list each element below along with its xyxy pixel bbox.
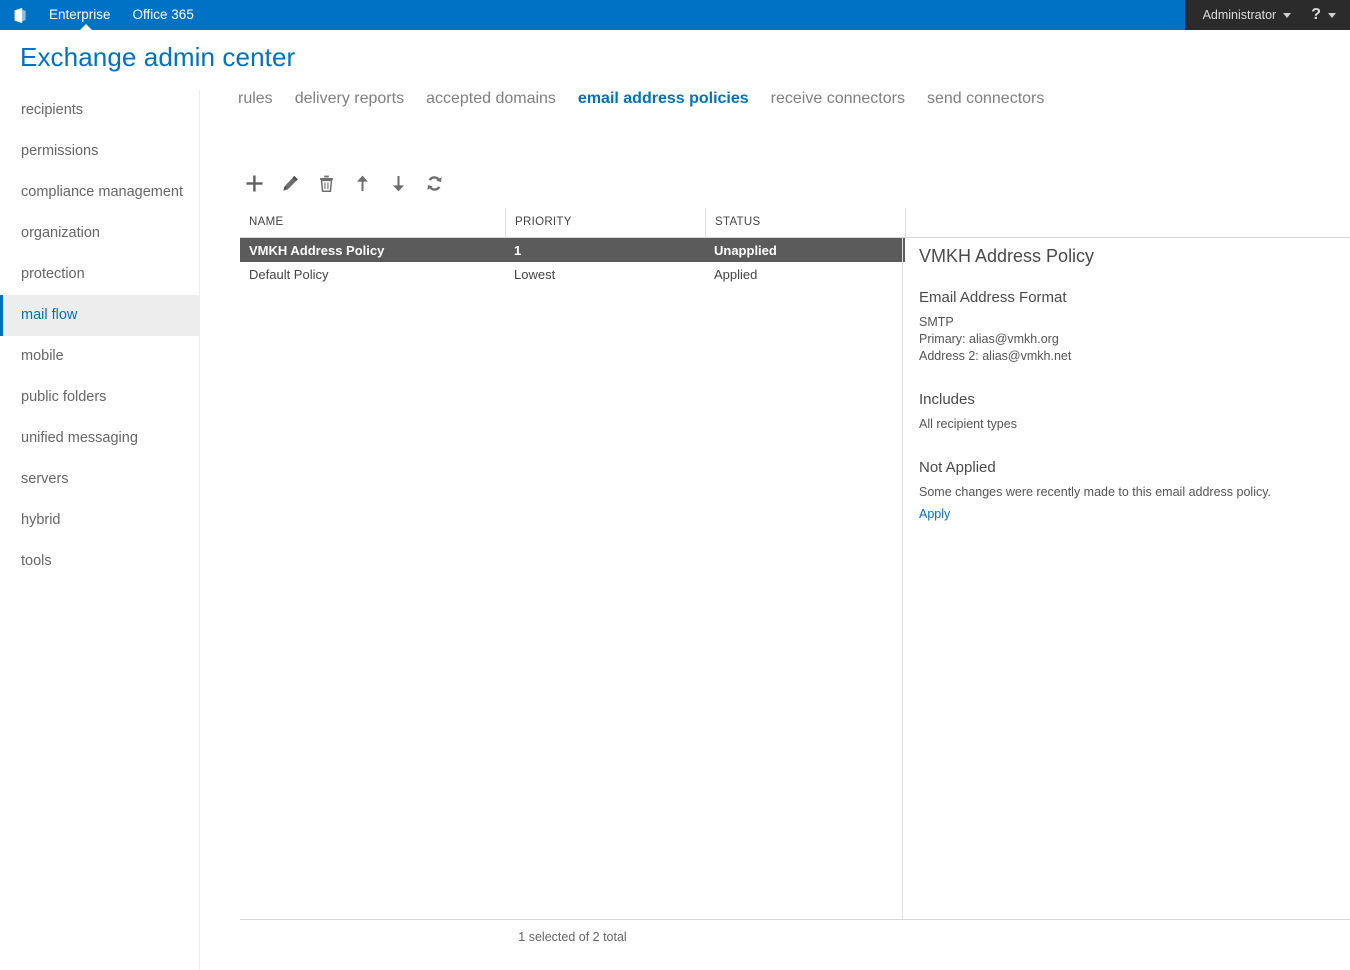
details-status-description: Some changes were recently made to this … <box>919 485 1272 499</box>
office-logo-icon[interactable] <box>4 0 34 30</box>
details-pane: VMKH Address Policy Email Address Format… <box>902 238 1348 920</box>
tab-bar: rules delivery reports accepted domains … <box>238 90 1350 124</box>
cell-priority: 1 <box>514 242 522 258</box>
details-includes-heading: Includes <box>919 391 975 408</box>
column-header-priority[interactable]: PRIORITY <box>505 208 705 237</box>
details-format-primary: Primary: alias@vmkh.org <box>919 332 1059 346</box>
apply-link[interactable]: Apply <box>919 507 950 521</box>
cell-name: Default Policy <box>249 266 329 282</box>
tab-accepted-domains[interactable]: accepted domains <box>426 90 556 108</box>
sidebar-item-tools[interactable]: tools <box>0 541 199 582</box>
details-title: VMKH Address Policy <box>919 246 1095 266</box>
suite-bar: Enterprise Office 365 Administrator ? <box>0 0 1350 31</box>
toolbar <box>241 170 447 196</box>
tab-send-connectors[interactable]: send connectors <box>927 90 1044 108</box>
cell-status: Applied <box>714 266 758 282</box>
sidebar-item-organization[interactable]: organization <box>0 213 199 254</box>
table-body: VMKH Address Policy 1 Unapplied Default … <box>240 238 905 286</box>
details-spacer <box>919 365 1348 391</box>
tab-receive-connectors[interactable]: receive connectors <box>771 90 905 108</box>
table-row[interactable]: Default Policy Lowest Applied <box>240 262 905 286</box>
delete-button[interactable] <box>313 170 339 196</box>
details-status-heading: Not Applied <box>919 459 996 476</box>
cell-name: VMKH Address Policy <box>249 242 385 258</box>
move-down-button[interactable] <box>385 170 411 196</box>
account-name: Administrator <box>1202 8 1277 22</box>
page-title: Exchange admin center <box>20 42 296 72</box>
sidebar-item-permissions[interactable]: permissions <box>0 131 199 172</box>
help-icon: ? <box>1311 6 1321 23</box>
table-header-row: NAME PRIORITY STATUS <box>240 208 1350 238</box>
table-row[interactable]: VMKH Address Policy 1 Unapplied <box>240 238 905 262</box>
sidebar: recipients permissions compliance manage… <box>0 90 200 970</box>
sidebar-item-hybrid[interactable]: hybrid <box>0 500 199 541</box>
add-button[interactable] <box>241 170 267 196</box>
cell-priority: Lowest <box>514 266 556 282</box>
suite-bar-right: Administrator ? <box>1184 0 1350 30</box>
sidebar-item-recipients[interactable]: recipients <box>0 90 199 131</box>
suite-link-office365[interactable]: Office 365 <box>122 0 205 30</box>
tab-email-address-policies[interactable]: email address policies <box>578 90 749 108</box>
sidebar-item-unified-messaging[interactable]: unified messaging <box>0 418 199 459</box>
details-format-protocol: SMTP <box>919 315 954 329</box>
details-format-address2: Address 2: alias@vmkh.net <box>919 349 1072 363</box>
chevron-down-icon <box>1283 12 1292 18</box>
sidebar-item-public-folders[interactable]: public folders <box>0 377 199 418</box>
column-header-spacer <box>905 208 1350 237</box>
refresh-button[interactable] <box>421 170 447 196</box>
details-format-heading: Email Address Format <box>919 289 1067 306</box>
details-spacer <box>919 433 1348 459</box>
sidebar-item-mail-flow[interactable]: mail flow <box>0 295 199 336</box>
tab-rules[interactable]: rules <box>238 90 273 108</box>
sidebar-item-compliance-management[interactable]: compliance management <box>0 172 199 213</box>
cell-status: Unapplied <box>714 242 777 258</box>
move-up-button[interactable] <box>349 170 375 196</box>
suite-bar-left: Enterprise Office 365 <box>0 0 205 31</box>
edit-button[interactable] <box>277 170 303 196</box>
details-includes-value: All recipient types <box>919 417 1017 431</box>
tab-delivery-reports[interactable]: delivery reports <box>295 90 404 108</box>
main-content: rules delivery reports accepted domains … <box>238 90 1350 970</box>
sidebar-item-protection[interactable]: protection <box>0 254 199 295</box>
active-suite-indicator <box>79 24 93 31</box>
sidebar-item-servers[interactable]: servers <box>0 459 199 500</box>
chevron-down-icon <box>1328 12 1336 18</box>
account-menu[interactable]: Administrator <box>1203 8 1292 22</box>
help-menu[interactable]: ? <box>1311 6 1336 24</box>
column-header-status[interactable]: STATUS <box>705 208 905 237</box>
footer-divider <box>240 919 1350 920</box>
selection-status: 1 selected of 2 total <box>518 930 627 944</box>
column-header-name[interactable]: NAME <box>240 208 505 237</box>
sidebar-item-mobile[interactable]: mobile <box>0 336 199 377</box>
